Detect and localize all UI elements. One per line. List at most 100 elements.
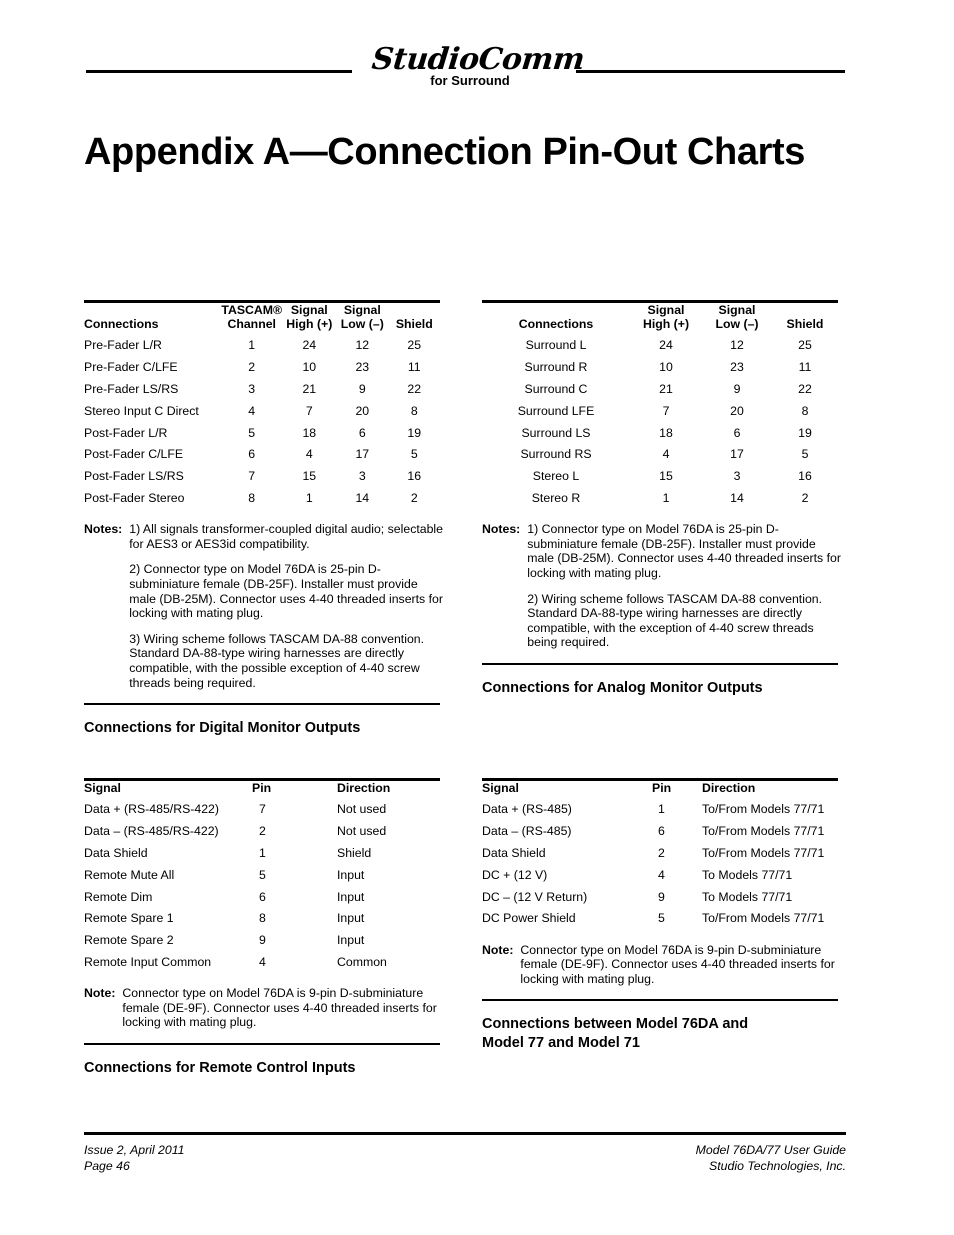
cell-pin: 8 xyxy=(259,911,266,926)
cell-signal: DC Power Shield xyxy=(482,911,576,926)
col-header-signal: Signal xyxy=(84,781,121,795)
table-row: Surround L 24 12 25 xyxy=(482,335,838,357)
cell-connection: Surround LS xyxy=(521,425,591,440)
col-header-signal-high: Signal High (+) xyxy=(630,303,702,335)
footer-rule xyxy=(84,1132,846,1135)
footer-issue: Issue 2, April 2011 xyxy=(84,1143,185,1157)
table-row: Stereo Input C Direct 4 7 20 8 xyxy=(84,400,440,422)
cell-connection: Surround R xyxy=(524,360,588,375)
table-row: Data + (RS-485) 1 To/From Models 77/71 xyxy=(482,799,838,821)
cell-shield: 25 xyxy=(798,338,812,353)
cell-direction: Input xyxy=(337,889,365,904)
table-row: Data Shield 1 Shield xyxy=(84,843,440,865)
cell-direction: To/From Models 77/71 xyxy=(702,802,825,817)
cell-low: 9 xyxy=(358,381,366,396)
cell-channel: 6 xyxy=(248,447,256,462)
cell-direction: To Models 77/71 xyxy=(702,867,793,882)
cell-pin: 9 xyxy=(658,889,665,904)
cell-pin: 4 xyxy=(259,954,266,969)
cell-signal: Remote Input Common xyxy=(84,954,212,969)
cell-shield: 8 xyxy=(801,403,809,418)
notes-label: Notes: xyxy=(482,522,521,537)
cell-signal: Remote Spare 2 xyxy=(84,933,174,948)
cell-signal: Data – (RS-485/RS-422) xyxy=(84,824,219,839)
table-row: Data – (RS-485) 6 To/From Models 77/71 xyxy=(482,821,838,843)
cell-pin: 6 xyxy=(259,889,266,904)
cell-signal: DC + (12 V) xyxy=(482,867,548,882)
footer-right: Model 76DA/77 User Guide Studio Technolo… xyxy=(696,1142,846,1174)
cell-pin: 5 xyxy=(259,867,266,882)
table-row: DC + (12 V) 4 To Models 77/71 xyxy=(482,864,838,886)
cell-signal: Remote Mute All xyxy=(84,867,175,882)
col-header-pin: Pin xyxy=(252,781,272,795)
table-row: Pre-Fader L/R 1 24 12 25 xyxy=(84,335,440,357)
table-row: Stereo R 1 14 2 xyxy=(482,487,838,509)
cell-direction: Input xyxy=(337,933,365,948)
analog-monitor-notes: Notes: 1) Connector type on Model 76DA i… xyxy=(482,522,842,650)
table-row: Data – (RS-485/RS-422) 2 Not used xyxy=(84,821,440,843)
note-item: 3) Wiring scheme follows TASCAM DA-88 co… xyxy=(129,631,425,690)
cell-pin: 7 xyxy=(259,802,266,817)
note-item: 1) All signals transformer-coupled digit… xyxy=(129,522,444,551)
cell-pin: 1 xyxy=(259,845,266,860)
cell-low: 12 xyxy=(730,338,744,353)
cell-pin: 6 xyxy=(658,824,665,839)
notes-label: Notes: xyxy=(84,522,123,537)
cell-high: 1 xyxy=(305,490,313,505)
header-line-2: Shield xyxy=(786,317,824,331)
cell-shield: 2 xyxy=(410,490,418,505)
cell-shield: 5 xyxy=(410,447,418,462)
table-row: Pre-Fader C/LFE 2 10 23 11 xyxy=(84,357,440,379)
section-heading-digital-monitor-outputs: Connections for Digital Monitor Outputs xyxy=(84,720,361,737)
table-row: Data + (RS-485/RS-422) 7 Not used xyxy=(84,799,440,821)
cell-direction: To/From Models 77/71 xyxy=(702,911,825,926)
page-title: Appendix A—Connection Pin-Out Charts xyxy=(84,131,805,173)
col-header-direction: Direction xyxy=(337,781,391,795)
masthead-rule-right xyxy=(576,70,845,73)
right-column-lower: Signal Pin Direction Data + (RS-485) 1 T… xyxy=(482,778,842,1053)
cell-high: 15 xyxy=(659,469,673,484)
notes-label: Note: xyxy=(84,986,116,1001)
analog-monitor-table-body: Surround L 24 12 25 Surround R 10 23 11 … xyxy=(482,335,838,509)
cell-connection: Surround L xyxy=(525,338,587,353)
cell-high: 7 xyxy=(662,403,670,418)
cell-low: 20 xyxy=(355,403,370,418)
table-row: DC Power Shield 5 To/From Models 77/71 xyxy=(482,908,838,930)
section-heading-remote-control-inputs: Connections for Remote Control Inputs xyxy=(84,1060,356,1077)
cell-channel: 4 xyxy=(248,403,256,418)
right-column: Connections Signal High (+) Signal Low (… xyxy=(482,300,842,698)
rule-above-remote-heading xyxy=(84,1043,440,1046)
header-line-1: Signal xyxy=(718,303,756,317)
model-77-71-table-body: Data + (RS-485) 1 To/From Models 77/71 D… xyxy=(482,799,838,930)
cell-low: 17 xyxy=(355,447,370,462)
cell-shield: 8 xyxy=(410,403,418,418)
left-column: Connections TASCAM® Channel Signal High … xyxy=(84,300,444,738)
table-row: Post-Fader LS/RS 7 15 3 16 xyxy=(84,466,440,488)
model-77-71-table: Signal Pin Direction Data + (RS-485) 1 T… xyxy=(482,781,838,930)
cell-shield: 11 xyxy=(407,360,421,375)
note-item: Connector type on Model 76DA is 9-pin D-… xyxy=(520,942,835,986)
digital-monitor-table: Connections TASCAM® Channel Signal High … xyxy=(84,303,440,509)
col-header-signal: Signal xyxy=(482,781,519,795)
masthead-rule-left xyxy=(86,70,352,73)
cell-pin: 2 xyxy=(658,845,665,860)
cell-channel: 8 xyxy=(248,490,256,505)
digital-monitor-table-body: Pre-Fader L/R 1 24 12 25 Pre-Fader C/LFE… xyxy=(84,335,440,509)
note-item: 2) Wiring scheme follows TASCAM DA-88 co… xyxy=(527,591,823,650)
header-line-2: Shield xyxy=(395,317,433,331)
cell-direction: To Models 77/71 xyxy=(702,889,793,904)
left-column-lower: Signal Pin Direction Data + (RS-485/RS-4… xyxy=(84,778,444,1078)
cell-connection: Post-Fader Stereo xyxy=(84,490,185,505)
col-header-tascam-channel: TASCAM® Channel xyxy=(221,303,283,335)
cell-low: 23 xyxy=(355,360,370,375)
remote-control-table: Signal Pin Direction Data + (RS-485/RS-4… xyxy=(84,781,440,973)
cell-signal: Data Shield xyxy=(84,845,148,860)
table-row: Post-Fader L/R 5 18 6 19 xyxy=(84,422,440,444)
table-row: Stereo L 15 3 16 xyxy=(482,466,838,488)
cell-signal: Remote Spare 1 xyxy=(84,911,174,926)
table-row: Pre-Fader LS/RS 3 21 9 22 xyxy=(84,379,440,401)
page-footer: Issue 2, April 2011 Page 46 Model 76DA/7… xyxy=(84,1132,846,1174)
table-row: Remote Input Common 4 Common xyxy=(84,951,440,973)
table-row: Remote Dim 6 Input xyxy=(84,886,440,908)
cell-high: 24 xyxy=(659,338,673,353)
